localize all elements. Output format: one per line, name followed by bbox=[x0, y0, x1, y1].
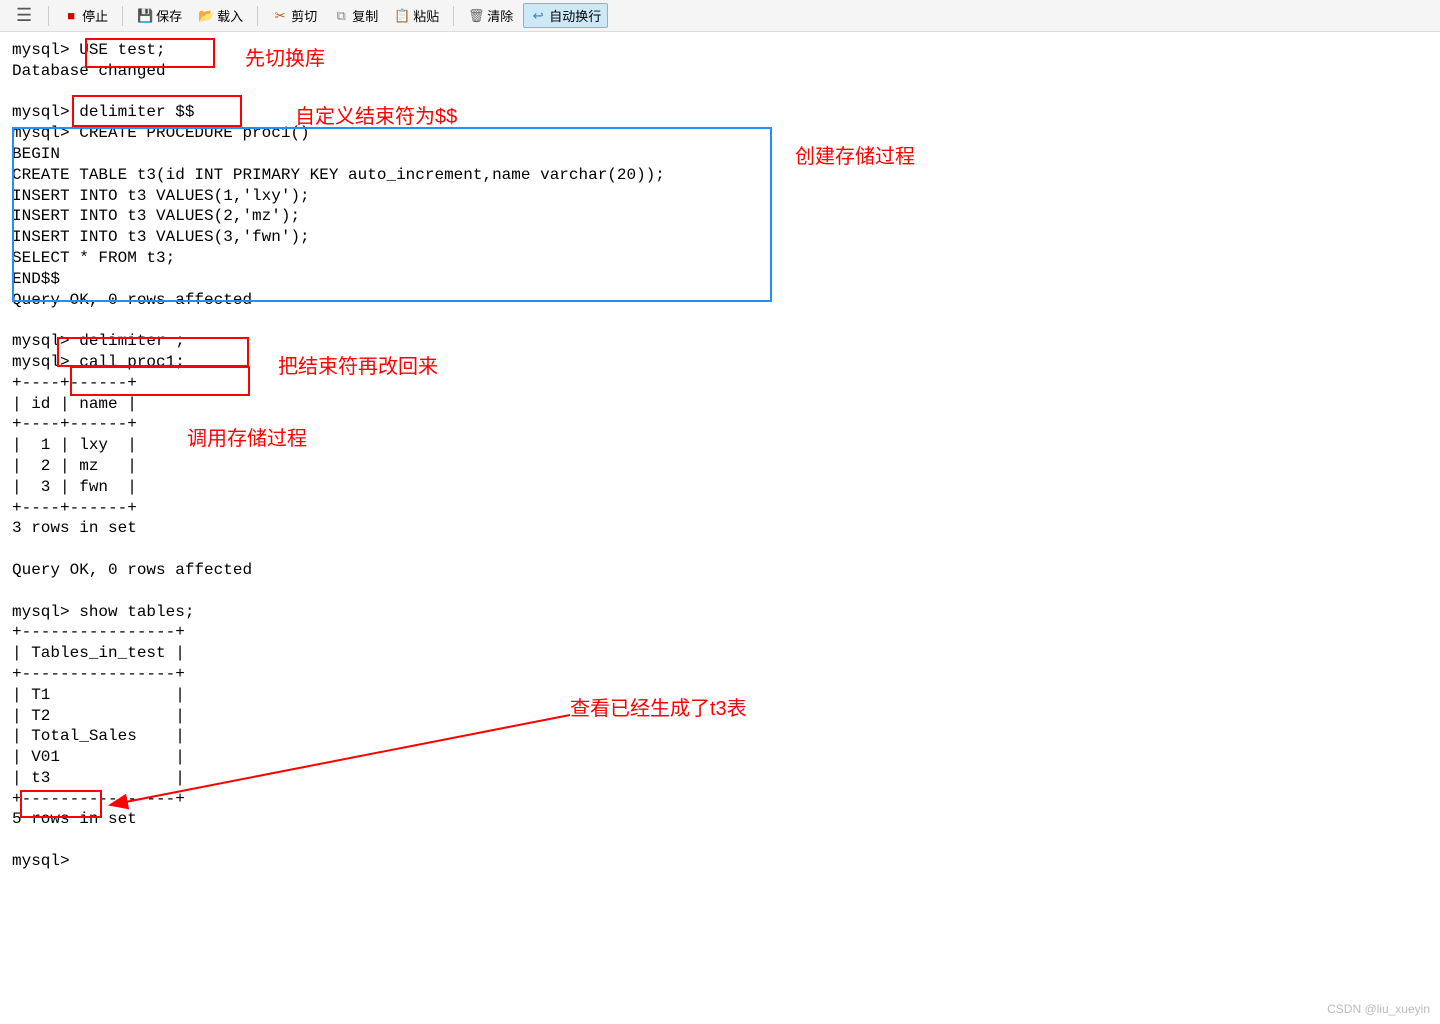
paste-label: 粘贴 bbox=[413, 6, 439, 25]
terminal-output[interactable]: mysql> USE test; Database changed mysql>… bbox=[0, 32, 1440, 880]
separator bbox=[48, 6, 49, 26]
copy-label: 复制 bbox=[352, 6, 378, 25]
annotation-restore-delim: 把结束符再改回来 bbox=[278, 350, 438, 379]
paste-button[interactable]: 📋 粘贴 bbox=[388, 4, 445, 27]
separator bbox=[453, 6, 454, 26]
clear-button[interactable]: 🗑 清除 bbox=[462, 4, 519, 27]
save-icon: 💾 bbox=[137, 8, 153, 24]
copy-button[interactable]: ⧉ 复制 bbox=[327, 4, 384, 27]
annotation-switch-db: 先切换库 bbox=[245, 42, 325, 71]
wordwrap-button[interactable]: ↩ 自动换行 bbox=[523, 3, 608, 28]
toolbar: ☰ ■ 停止 💾 保存 📂 载入 ✂ 剪切 ⧉ 复制 📋 粘贴 🗑 清除 ↩ 自… bbox=[0, 0, 1440, 32]
separator bbox=[122, 6, 123, 26]
stop-label: 停止 bbox=[82, 6, 108, 25]
load-label: 载入 bbox=[217, 6, 243, 25]
wrap-icon: ↩ bbox=[530, 8, 546, 24]
annotation-create-proc: 创建存储过程 bbox=[795, 140, 915, 169]
annotation-custom-delim: 自定义结束符为$$ bbox=[295, 100, 457, 129]
trash-icon: 🗑 bbox=[468, 8, 484, 24]
menu-icon[interactable]: ☰ bbox=[8, 5, 40, 26]
save-label: 保存 bbox=[156, 6, 182, 25]
copy-icon: ⧉ bbox=[333, 8, 349, 24]
stop-icon: ■ bbox=[63, 8, 79, 24]
save-button[interactable]: 💾 保存 bbox=[131, 4, 188, 27]
separator bbox=[257, 6, 258, 26]
annotation-check-table: 查看已经生成了t3表 bbox=[570, 692, 747, 721]
stop-button[interactable]: ■ 停止 bbox=[57, 4, 114, 27]
clear-label: 清除 bbox=[487, 6, 513, 25]
wordwrap-label: 自动换行 bbox=[549, 6, 601, 25]
cut-label: 剪切 bbox=[291, 6, 317, 25]
watermark: CSDN @liu_xueyin bbox=[1327, 1002, 1430, 1016]
load-button[interactable]: 📂 载入 bbox=[192, 4, 249, 27]
scissors-icon: ✂ bbox=[272, 8, 288, 24]
folder-icon: 📂 bbox=[198, 8, 214, 24]
annotation-call-proc: 调用存储过程 bbox=[187, 422, 307, 451]
paste-icon: 📋 bbox=[394, 8, 410, 24]
cut-button[interactable]: ✂ 剪切 bbox=[266, 4, 323, 27]
